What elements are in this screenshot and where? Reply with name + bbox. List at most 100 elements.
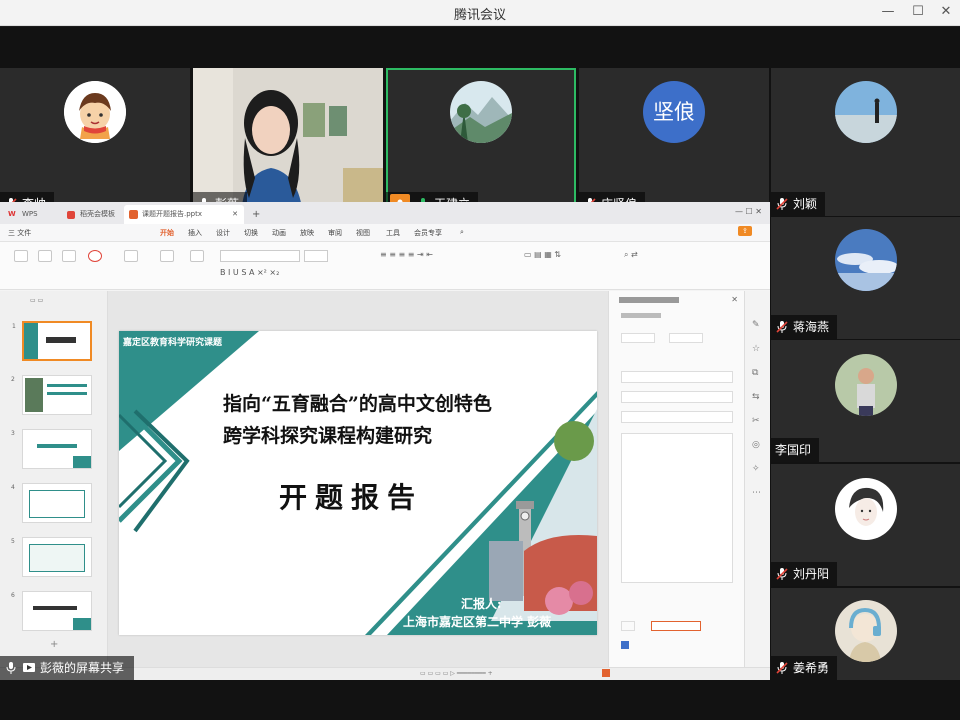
play-icon[interactable] [88, 250, 102, 262]
right-tool-strip: ✎☆⧉⇆✂◎✧⋯ [744, 291, 770, 680]
new-tab-button[interactable]: + [248, 205, 264, 224]
participant-tile-1[interactable]: 李帅 [0, 68, 190, 216]
participant-nametag: 蒋海燕 [771, 315, 837, 339]
paragraph-icons[interactable]: ≡ ≡ ≡ ≡ ⇥ ⇤ [380, 250, 520, 280]
participant-tile-right-2[interactable]: 蒋海燕 [771, 217, 960, 339]
panel-close-icon[interactable]: ✕ [731, 295, 738, 304]
shared-screen[interactable]: W WPS Office 稻壳会模板 课题开题报告.pptx ✕ + — ☐ ✕… [0, 202, 770, 680]
slide-thumbnail-6[interactable]: 6 [22, 591, 92, 631]
landscape-avatar [450, 81, 512, 143]
beach-avatar [835, 81, 897, 143]
participant-nametag: 刘颖 [771, 192, 825, 216]
menu-view[interactable]: 视图 [356, 228, 370, 238]
reporter-name: 上海市嘉定区第二中学 彭薇 [403, 613, 551, 630]
tab-wps-office[interactable]: W WPS Office [4, 205, 58, 224]
paste-icon[interactable] [14, 250, 28, 262]
cartoon-avatar [64, 81, 126, 143]
search-icon[interactable]: ⌕ [460, 228, 464, 237]
photo-avatar [835, 354, 897, 416]
mic-muted-icon [775, 567, 789, 581]
slide-title-line-2: 跨学科探究课程构建研究 [223, 421, 432, 448]
participant-nametag: 姜希勇 [771, 656, 837, 680]
wps-tab-bar: W WPS Office 稻壳会模板 课题开题报告.pptx ✕ + — ☐ ✕ [0, 202, 770, 224]
add-slide-button[interactable]: + [50, 639, 58, 650]
menu-member[interactable]: 会员专享 [414, 228, 442, 238]
tab-docer-template[interactable]: 稻壳会模板 [62, 205, 122, 224]
autopreview-checkbox[interactable] [621, 641, 629, 649]
title-bar: 腾讯会议 — ☐ ✕ [0, 0, 960, 26]
ppt-file-icon [129, 210, 138, 219]
participant-name: 李国印 [775, 438, 811, 462]
sky-avatar [835, 229, 897, 291]
wps-logo-icon: W [8, 205, 16, 224]
participant-nametag: 李国印 [771, 438, 819, 462]
current-slide[interactable]: 嘉定区教育科学研究课题 指向“五育融合”的高中文创特色 跨学科探究课程构建研究 … [119, 331, 597, 635]
share-button[interactable]: ⇪ [738, 226, 752, 236]
menu-design[interactable]: 设计 [216, 228, 230, 238]
new-slide-icon[interactable] [124, 250, 138, 262]
copy-icon[interactable] [62, 250, 76, 262]
menu-review[interactable]: 审阅 [328, 228, 342, 238]
section-icon[interactable] [190, 250, 204, 262]
screen-share-bar: 彭薇的屏幕共享 [0, 656, 770, 680]
layout-icon[interactable] [160, 250, 174, 262]
slide-thumbnail-5[interactable]: 5 [22, 537, 92, 577]
participant-tile-2[interactable]: 彭薇 [193, 68, 383, 216]
participant-tile-right-1[interactable]: 刘颖 [771, 68, 960, 216]
menu-transition[interactable]: 切换 [244, 228, 258, 238]
participant-tile-right-4[interactable]: 刘丹阳 [771, 464, 960, 586]
font-family-select[interactable] [220, 250, 300, 262]
participant-name: 姜希勇 [793, 656, 829, 680]
slide-thumbnail-2[interactable]: 2 [22, 375, 92, 415]
font-size-select[interactable] [304, 250, 328, 262]
play-preview-button[interactable] [621, 621, 635, 631]
menu-animation[interactable]: 动画 [272, 228, 286, 238]
animation-list[interactable] [621, 433, 733, 583]
panel-select-1[interactable] [621, 333, 655, 343]
screen-share-text: 彭薇的屏幕共享 [40, 656, 124, 680]
slideshow-preview-button[interactable] [651, 621, 701, 631]
participant-name: 刘丹阳 [793, 562, 829, 586]
menu-slideshow[interactable]: 放映 [300, 228, 314, 238]
participant-tile-right-5[interactable]: 姜希勇 [771, 588, 960, 680]
panel-field-property[interactable] [621, 391, 733, 403]
slide-title-line-1: 指向“五育融合”的高中文创特色 [223, 389, 492, 416]
tool-icons[interactable]: ✎☆⧉⇆✂◎✧⋯ [752, 313, 766, 505]
panel-select-2[interactable] [669, 333, 703, 343]
mic-muted-icon [775, 197, 789, 211]
close-button[interactable]: ✕ [934, 2, 958, 22]
meeting-stage: 李帅 彭薇 [0, 27, 960, 720]
sketch-avatar [835, 478, 897, 540]
participant-tile-3-active[interactable]: 王建立 [386, 68, 576, 216]
find-icon[interactable]: ⌕ ⇄ [624, 250, 684, 280]
panel-field-start[interactable] [621, 371, 733, 383]
ribbon-toolbar: B I U S A ×² ×₂ ≡ ≡ ≡ ≡ ⇥ ⇤ ▭ ▤ ▦ ⇅ ⌕ ⇄ [0, 242, 770, 290]
slide-thumbnail-4[interactable]: 4 [22, 483, 92, 523]
screen-share-icon [22, 661, 36, 675]
panel-field-speed[interactable] [621, 411, 733, 423]
participant-tile-right-3[interactable]: 李国印 [771, 340, 960, 462]
close-tab-icon[interactable]: ✕ [232, 205, 238, 224]
menu-home[interactable]: 开始 [160, 228, 174, 238]
menu-tools[interactable]: 工具 [386, 228, 400, 238]
slide-thumbnail-1[interactable]: 1 [22, 321, 92, 361]
template-icon [67, 211, 75, 219]
menu-file[interactable]: 三 文件 [8, 228, 31, 238]
slide-thumbnail-3[interactable]: 3 [22, 429, 92, 469]
slide-canvas-area: 嘉定区教育科学研究课题 指向“五育融合”的高中文创特色 跨学科探究课程构建研究 … [108, 291, 608, 680]
tab-pptx-file[interactable]: 课题开题报告.pptx ✕ [124, 205, 244, 224]
participant-name: 刘颖 [793, 192, 817, 216]
outline-tab[interactable]: ▭ ▭ [30, 297, 43, 304]
maximize-button[interactable]: ☐ [906, 2, 930, 22]
illustration-avatar [835, 600, 897, 662]
participant-tile-4[interactable]: 坚俍 庄坚俍 [579, 68, 769, 216]
cut-icon[interactable] [38, 250, 52, 262]
shape-icons[interactable]: ▭ ▤ ▦ ⇅ [524, 250, 614, 280]
minimize-button[interactable]: — [876, 2, 900, 22]
window-controls-icon[interactable]: — ☐ ✕ [735, 207, 770, 216]
mic-icon [4, 661, 18, 675]
menu-insert[interactable]: 插入 [188, 228, 202, 238]
screen-share-label[interactable]: 彭薇的屏幕共享 [0, 656, 134, 680]
wps-menu-bar: 三 文件 开始 插入 设计 切换 动画 放映 审阅 视图 工具 会员专享 ⌕ ⇪ [0, 224, 770, 242]
format-icons[interactable]: B I U S A ×² ×₂ [220, 268, 370, 280]
